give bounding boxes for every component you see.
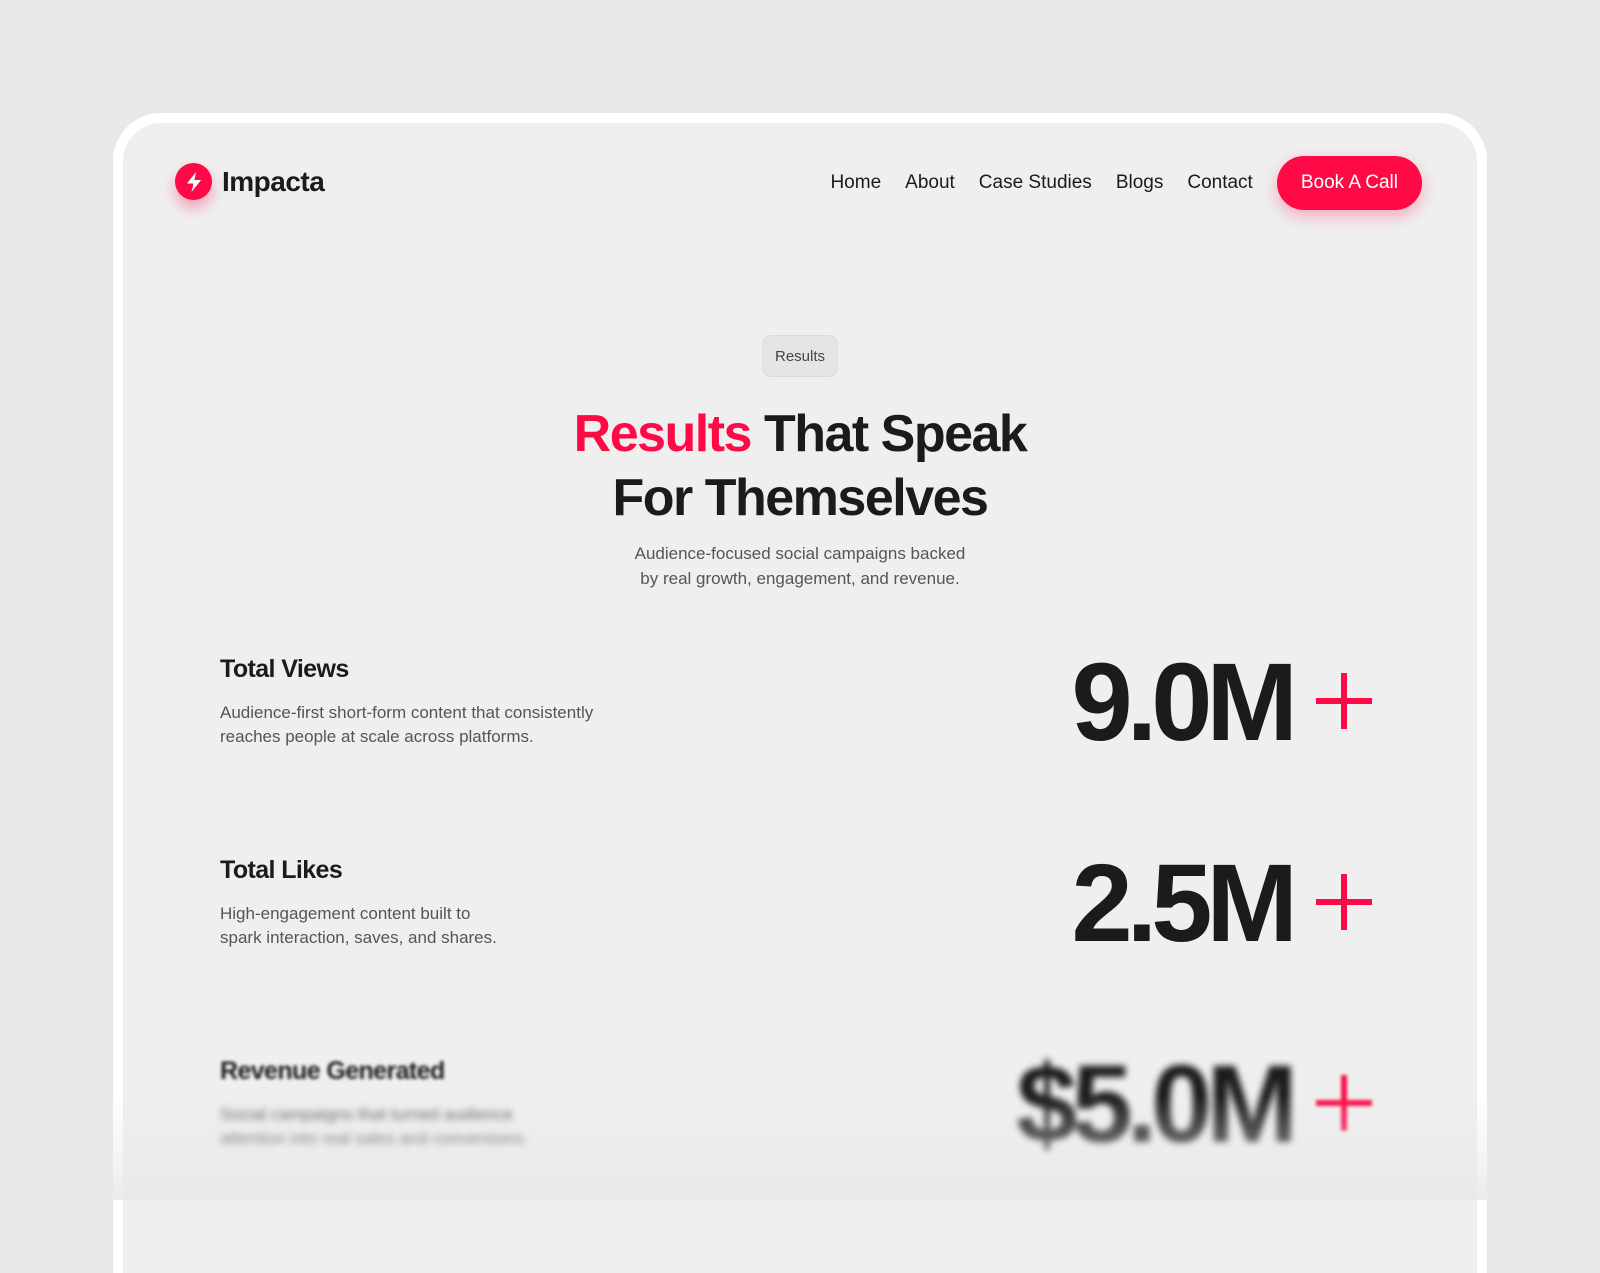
section-subtitle: Audience-focused social campaigns backed… [0, 541, 1600, 591]
subtitle-line2: by real growth, engagement, and revenue. [640, 569, 960, 588]
plus-icon [1316, 874, 1372, 930]
stat-title: Revenue Generated [220, 1057, 445, 1085]
heading-line1-rest: That Speak [763, 405, 1028, 463]
brand-logo[interactable]: Impacta [175, 163, 325, 200]
plus-icon [1316, 673, 1372, 729]
subtitle-line1: Audience-focused social campaigns backed [634, 544, 966, 563]
stat-revenue-generated: Revenue Generated Social campaigns that … [220, 1043, 1372, 1177]
section-badge: Results [762, 335, 838, 377]
stat-description-line1: Social campaigns that turned audience [220, 1105, 513, 1124]
stat-value: 9.0M [1071, 641, 1298, 764]
stat-description: High-engagement content built to spark i… [220, 902, 497, 950]
brand-name: Impacta [222, 165, 325, 197]
stat-description: Social campaigns that turned audience at… [220, 1103, 528, 1151]
stat-description-line1: Audience-first short-form content that c… [220, 703, 594, 722]
heading-accent: Results [573, 405, 753, 463]
heading-line2: For Themselves [612, 469, 989, 527]
section-heading: Results That Speak For Themselves [0, 402, 1600, 530]
stat-description-line2: attention into real sales and conversion… [220, 1129, 529, 1148]
nav-link-case-studies[interactable]: Case Studies [979, 172, 1092, 194]
stat-title: Total Views [220, 655, 349, 683]
main-nav: Home About Case Studies Blogs Contact Bo… [830, 156, 1422, 210]
stat-value: 2.5M [1071, 842, 1298, 965]
stat-description: Audience-first short-form content that c… [220, 701, 593, 749]
lightning-bolt-icon [175, 163, 212, 200]
nav-link-home[interactable]: Home [830, 172, 881, 194]
stat-description-line1: High-engagement content built to [220, 904, 471, 923]
stat-total-likes: Total Likes High-engagement content buil… [220, 842, 1372, 976]
nav-link-blogs[interactable]: Blogs [1116, 172, 1164, 194]
stat-description-line2: spark interaction, saves, and shares. [220, 928, 497, 947]
plus-icon [1316, 1075, 1372, 1131]
nav-link-contact[interactable]: Contact [1187, 172, 1252, 194]
stat-description-line2: reaches people at scale across platforms… [220, 727, 534, 746]
nav-link-about[interactable]: About [905, 172, 955, 194]
stat-title: Total Likes [220, 856, 343, 884]
stat-value: $5.0M [1016, 1043, 1298, 1166]
stat-total-views: Total Views Audience-first short-form co… [220, 641, 1372, 775]
book-a-call-button[interactable]: Book A Call [1276, 156, 1422, 210]
